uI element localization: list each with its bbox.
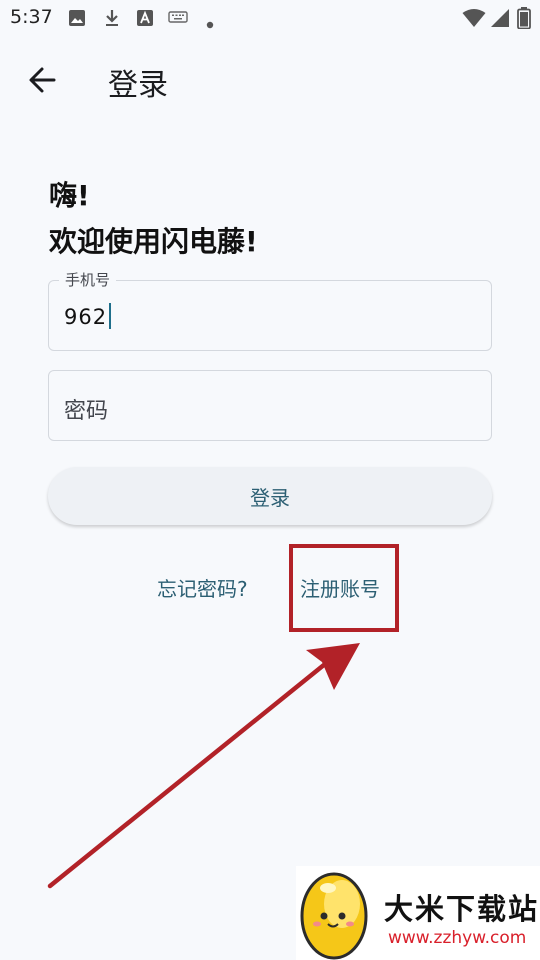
phone-field[interactable]: 手机号 962 [48, 269, 492, 351]
rice-mascot-logo [300, 872, 368, 960]
wifi-icon [462, 8, 486, 32]
back-button[interactable] [24, 60, 64, 100]
page-title: 登录 [108, 68, 168, 103]
phone-input[interactable]: 962 [64, 303, 112, 329]
arrow-left-icon [29, 67, 56, 93]
login-button[interactable]: 登录 [48, 467, 492, 525]
watermark-brand: 大米下载站 [384, 892, 540, 926]
dot-icon [206, 14, 214, 33]
phone-field-label: 手机号 [59, 269, 117, 290]
greeting-line-2: 欢迎使用闪电藤! [49, 225, 258, 258]
battery-icon [517, 7, 531, 33]
status-bar: 5:37 [0, 0, 540, 36]
watermark: 大米下载站 www.zzhyw.com [296, 866, 540, 960]
keyboard-icon [168, 9, 188, 29]
phone-input-value: 962 [64, 305, 108, 329]
status-time: 5:37 [10, 6, 53, 28]
text-caret [109, 303, 112, 329]
forgot-password-link[interactable]: 忘记密码? [157, 573, 248, 602]
image-icon [68, 9, 86, 31]
password-field[interactable]: 密码 [48, 370, 492, 441]
font-a-icon [136, 9, 154, 31]
greeting-line-1: 嗨! [49, 179, 90, 212]
download-icon [103, 9, 121, 31]
signal-icon [490, 8, 510, 32]
highlight-box [289, 544, 399, 632]
watermark-url: www.zzhyw.com [388, 928, 527, 948]
password-placeholder: 密码 [64, 399, 109, 424]
